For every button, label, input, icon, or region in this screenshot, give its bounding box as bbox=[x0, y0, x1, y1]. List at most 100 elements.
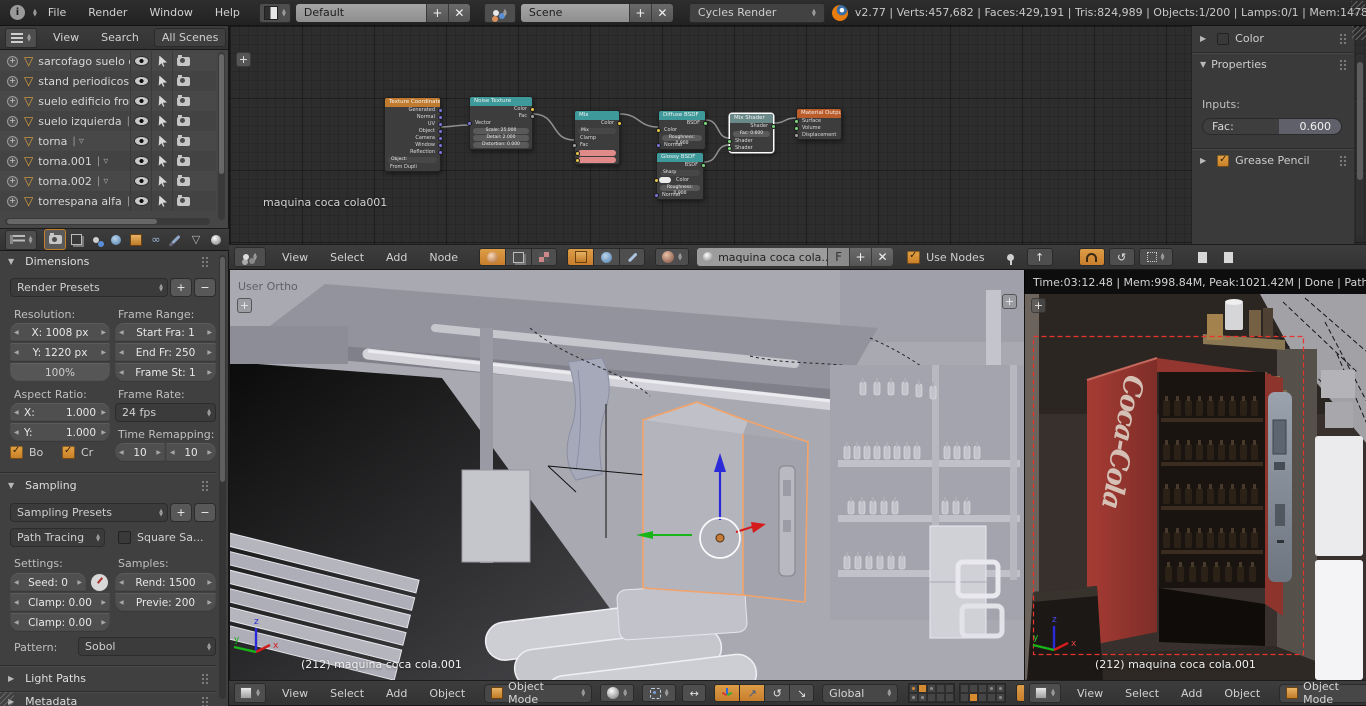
expand-icon[interactable]: + bbox=[7, 195, 18, 207]
outliner-hscrollbar[interactable] bbox=[5, 218, 210, 225]
scene-name-field[interactable]: Scene bbox=[520, 3, 629, 22]
viewport-shading-select[interactable]: ▲ ▼ bbox=[600, 684, 635, 702]
corner-grip[interactable] bbox=[0, 692, 14, 706]
scale-field[interactable]: Scale: 25.000 bbox=[473, 128, 529, 134]
snap-mode-button[interactable]: ↺ bbox=[1108, 248, 1135, 266]
panel-drag-dots[interactable] bbox=[201, 696, 210, 706]
add-material-button[interactable]: + bbox=[849, 248, 872, 266]
properties-scrollbar[interactable] bbox=[219, 255, 226, 699]
tab-data[interactable]: ▽ bbox=[186, 230, 206, 249]
remap-new-field[interactable]: ◀ 10 ▶ bbox=[166, 443, 216, 462]
resolution-x-field[interactable]: ◀ X: 1008 px ▶ bbox=[10, 323, 110, 342]
distribution-select[interactable]: Sharp bbox=[660, 170, 700, 176]
grease-pencil-checkbox[interactable] bbox=[1217, 154, 1230, 167]
render-toggle[interactable] bbox=[172, 91, 194, 111]
remove-preset-button[interactable]: − bbox=[194, 278, 216, 297]
menu-item[interactable]: Window bbox=[138, 6, 203, 19]
fac-slider[interactable]: Fac: 0.600 bbox=[1202, 118, 1342, 135]
select-toggle[interactable] bbox=[151, 51, 173, 71]
socket[interactable] bbox=[467, 121, 472, 126]
expand-icon[interactable]: + bbox=[7, 55, 18, 67]
socket[interactable] bbox=[438, 143, 443, 148]
render-toggle[interactable] bbox=[172, 111, 194, 131]
menu-item[interactable]: Add bbox=[1170, 687, 1213, 700]
blend-type-select[interactable]: Mix bbox=[578, 128, 616, 134]
outliner-item[interactable]: + ▽ torna.001 | ▿ bbox=[0, 151, 216, 171]
copy-nodes-button[interactable] bbox=[1191, 248, 1215, 266]
outliner-item[interactable]: + ▽ suelo edificio front bbox=[0, 91, 216, 111]
lamp-shader-button[interactable] bbox=[619, 248, 646, 266]
remove-sampling-preset-button[interactable]: − bbox=[194, 503, 216, 522]
npanel-expand-button[interactable]: + bbox=[1002, 294, 1017, 309]
frame-start-field[interactable]: ◀ Start Fra: 1 ▶ bbox=[115, 323, 216, 342]
render-lock-button[interactable] bbox=[1016, 684, 1024, 702]
select-toggle[interactable] bbox=[151, 191, 173, 211]
world-shader-button[interactable] bbox=[593, 248, 620, 266]
frame-step-field[interactable]: ◀ Frame St: 1 ▶ bbox=[115, 363, 216, 382]
animate-seed-button[interactable] bbox=[90, 573, 109, 592]
node-material-output[interactable]: Material Output Surface Volume Displacem… bbox=[794, 108, 842, 140]
tab-world[interactable] bbox=[106, 230, 126, 249]
tab-render-layers[interactable] bbox=[66, 230, 86, 249]
tab-constraints[interactable]: ∞ bbox=[146, 230, 166, 249]
panel-drag-dots[interactable] bbox=[1339, 33, 1348, 44]
color-checkbox[interactable] bbox=[1217, 32, 1230, 45]
menu-item[interactable]: File bbox=[37, 6, 77, 19]
add-scene-button[interactable]: + bbox=[628, 3, 651, 22]
clamp-direct-field[interactable]: ◀ Clamp: 0.00 ▶ bbox=[10, 593, 110, 612]
hide-toggle[interactable] bbox=[130, 191, 152, 211]
socket[interactable] bbox=[438, 150, 443, 155]
distortion-field[interactable]: Distortion: 0.000 bbox=[473, 142, 529, 148]
toolshelf-expand-button[interactable]: + bbox=[236, 52, 251, 67]
socket[interactable] bbox=[438, 136, 443, 141]
tab-render[interactable] bbox=[44, 229, 66, 250]
outliner-item[interactable]: + ▽ stand periodicos bbox=[0, 71, 216, 91]
panel-dimensions[interactable]: Dimensions bbox=[8, 255, 89, 268]
tab-modifiers[interactable] bbox=[166, 230, 186, 249]
roughness-field[interactable]: Roughness: 0.000 bbox=[662, 135, 702, 146]
preview-samples-field[interactable]: ◀ Previe: 200 ▶ bbox=[115, 593, 216, 612]
tab-material[interactable] bbox=[206, 230, 226, 249]
panel-drag-dots[interactable] bbox=[201, 673, 210, 684]
render-presets-select[interactable]: Render Presets ▲ ▼ bbox=[10, 278, 168, 297]
menu-item[interactable]: Select bbox=[319, 687, 375, 700]
editor-type-properties[interactable]: ▲ ▼ bbox=[5, 229, 37, 250]
panel-drag-dots[interactable] bbox=[201, 256, 210, 267]
render-toggle[interactable] bbox=[172, 191, 194, 211]
expand-icon[interactable]: + bbox=[7, 155, 18, 167]
socket[interactable] bbox=[617, 121, 622, 126]
viewport-3d[interactable]: z x y User Ortho (212) maquina coca cola… bbox=[229, 270, 1024, 680]
tab-object[interactable] bbox=[126, 230, 146, 249]
hide-toggle[interactable] bbox=[130, 91, 152, 111]
menu-item[interactable]: View bbox=[271, 687, 319, 700]
node-editor[interactable]: Texture Coordinate Generated Normal UV O… bbox=[229, 26, 1366, 244]
object-selector[interactable]: Object: bbox=[388, 157, 437, 163]
fac-field[interactable]: Fac: 0.600 bbox=[733, 131, 770, 137]
expand-icon[interactable]: + bbox=[7, 95, 18, 107]
socket[interactable] bbox=[654, 193, 659, 198]
socket[interactable] bbox=[701, 163, 706, 168]
tab-scene[interactable] bbox=[86, 230, 106, 249]
socket[interactable] bbox=[438, 115, 443, 120]
outliner-item[interactable]: + ▽ torna | ▿ bbox=[0, 131, 216, 151]
screen-name-field[interactable]: Default bbox=[295, 3, 426, 22]
socket[interactable] bbox=[727, 139, 732, 144]
square-samples-checkbox[interactable]: Square Sa... bbox=[118, 531, 203, 544]
hide-toggle[interactable] bbox=[130, 151, 152, 171]
material-preview-select[interactable]: ▲ ▼ bbox=[655, 248, 690, 266]
menu-item[interactable]: Select bbox=[1114, 687, 1170, 700]
shader-nodes-button[interactable] bbox=[479, 248, 506, 266]
menu-item[interactable]: Object bbox=[418, 687, 476, 700]
pattern-select[interactable]: Sobol ▲ ▼ bbox=[78, 637, 216, 656]
aspect-x-field[interactable]: ◀ X: 1.000 ▶ bbox=[10, 403, 110, 422]
node-mix-shader[interactable]: Mix Shader Shader Fac: 0.600 Shader Shad… bbox=[727, 113, 776, 153]
socket[interactable] bbox=[530, 114, 535, 119]
socket[interactable] bbox=[703, 121, 708, 126]
fake-user-button[interactable]: F bbox=[827, 248, 850, 266]
manipulate-origins-button[interactable]: ↔ bbox=[682, 684, 707, 702]
menu-item[interactable]: Render bbox=[77, 6, 138, 19]
render-toggle[interactable] bbox=[172, 71, 194, 91]
menu-item[interactable]: Search bbox=[90, 31, 150, 44]
select-toggle[interactable] bbox=[151, 111, 173, 131]
render-toggle[interactable] bbox=[172, 51, 194, 71]
